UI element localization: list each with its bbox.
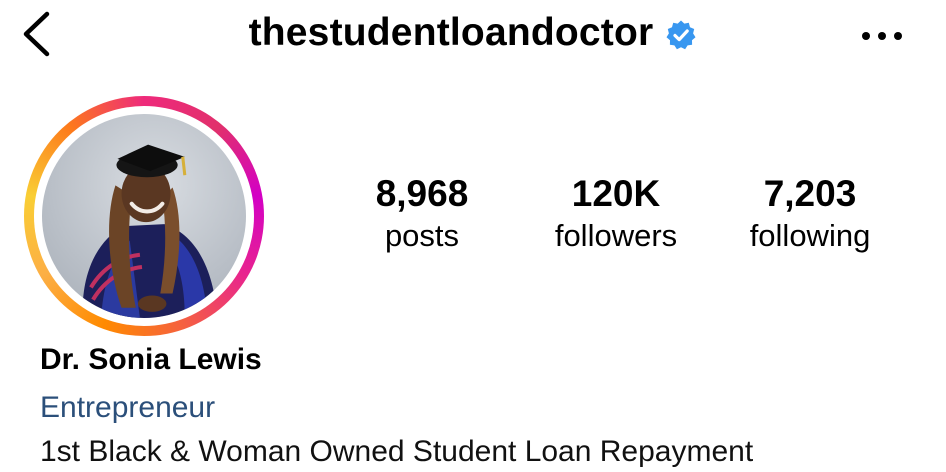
posts-stat[interactable]: 8,968 posts bbox=[350, 172, 494, 256]
following-label: following bbox=[749, 218, 871, 253]
more-horizontal-icon bbox=[862, 32, 902, 40]
username-row: thestudentloandoctor bbox=[0, 10, 946, 56]
username: thestudentloandoctor bbox=[248, 11, 654, 54]
posts-count: 8,968 bbox=[375, 173, 469, 214]
profile-header: thestudentloandoctor bbox=[0, 0, 946, 70]
verified-badge-icon bbox=[665, 19, 697, 51]
more-options-button[interactable] bbox=[856, 16, 908, 56]
posts-label: posts bbox=[384, 218, 460, 253]
profile-bio: 1st Black & Woman Owned Student Loan Rep… bbox=[40, 435, 754, 468]
profile-screen: thestudentloandoctor 8,968 posts 120K fo… bbox=[0, 0, 946, 472]
followers-stat[interactable]: 120K followers bbox=[534, 172, 698, 256]
avatar bbox=[42, 114, 246, 318]
following-stat[interactable]: 7,203 following bbox=[728, 172, 892, 256]
followers-count: 120K bbox=[571, 173, 661, 214]
followers-label: followers bbox=[554, 218, 678, 253]
story-ring[interactable] bbox=[24, 96, 264, 336]
profile-name: Dr. Sonia Lewis bbox=[40, 343, 262, 376]
profile-photo bbox=[82, 144, 218, 318]
following-count: 7,203 bbox=[763, 173, 857, 214]
profile-category: Entrepreneur bbox=[40, 391, 216, 424]
